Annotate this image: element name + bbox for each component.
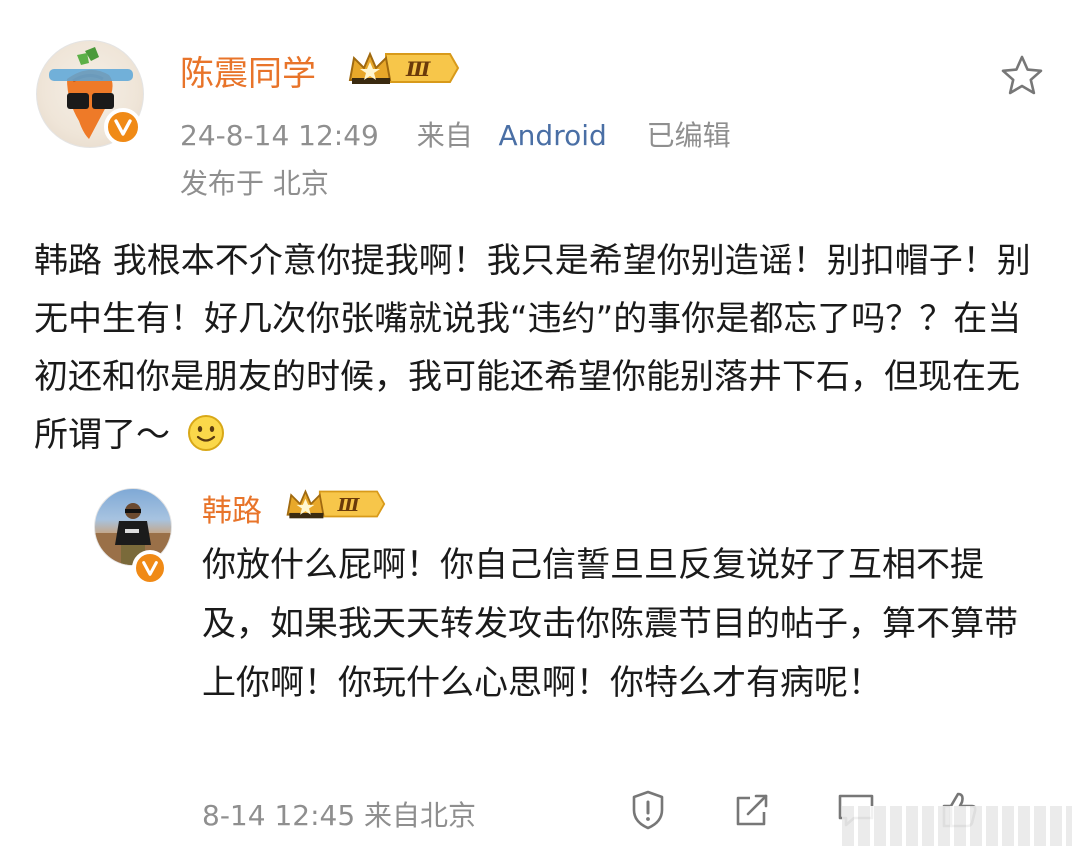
post-content: 韩路 我根本不介意你提我啊！我只是希望你别造谣！别扣帽子！别无中生有！好几次你张… bbox=[34, 232, 1044, 470]
svg-text:Ⅲ: Ⅲ bbox=[405, 57, 431, 81]
post-meta: 24-8-14 12:49 来自 Android 已编辑 bbox=[180, 114, 731, 154]
svg-text:Ⅲ: Ⅲ bbox=[337, 495, 361, 516]
source-prefix: 来自 bbox=[416, 119, 473, 152]
reply-meta: 8-14 12:45 来自北京 bbox=[202, 799, 477, 832]
smile-emoji-icon bbox=[187, 412, 225, 470]
verified-v-icon bbox=[132, 550, 168, 586]
post-text: 韩路 我根本不介意你提我啊！我只是希望你别造谣！别扣帽子！别无中生有！好几次你张… bbox=[34, 241, 1031, 455]
watermark-overlay bbox=[842, 806, 1072, 846]
level-crown-badge[interactable]: Ⅲ bbox=[346, 48, 460, 88]
edited-label[interactable]: 已编辑 bbox=[647, 119, 731, 152]
star-outline-icon[interactable] bbox=[998, 52, 1046, 100]
author-name[interactable]: 陈震同学 bbox=[180, 46, 316, 95]
reply-content: 你放什么屁啊！你自己信誓旦旦反复说好了互相不提及，如果我天天转发攻击你陈震节目的… bbox=[202, 545, 1018, 703]
post-timestamp: 24-8-14 12:49 bbox=[180, 119, 379, 152]
verified-v-icon bbox=[104, 108, 142, 146]
level-crown-badge[interactable]: Ⅲ bbox=[284, 486, 386, 522]
share-icon[interactable] bbox=[730, 788, 774, 832]
source-link[interactable]: Android bbox=[499, 119, 607, 152]
post-location: 发布于 北京 bbox=[180, 167, 329, 200]
reply-author-name[interactable]: 韩路 bbox=[202, 486, 262, 530]
report-icon[interactable] bbox=[626, 788, 670, 832]
